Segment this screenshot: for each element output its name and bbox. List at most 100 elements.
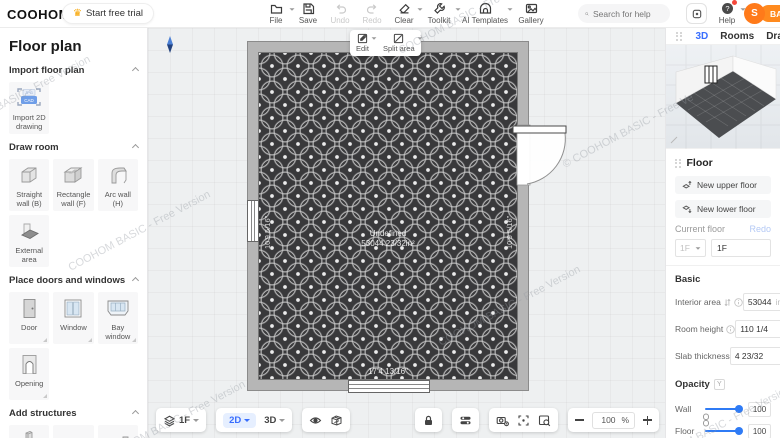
swap-icon[interactable] [724, 298, 731, 307]
link-opacity-icon[interactable] [702, 413, 710, 427]
info-icon[interactable] [726, 324, 735, 334]
preview-search-icon [539, 414, 551, 426]
floor-section-header: Floor [675, 157, 771, 169]
trial-label: Start free trial [85, 8, 143, 19]
section-add-structures[interactable]: Add structures [9, 408, 140, 419]
file-button[interactable]: File [263, 2, 295, 25]
floor-opacity-slider[interactable] [705, 426, 743, 435]
floor-plan-canvas[interactable]: Undefined 53044 23/32in² 17'4 13/16" 10'… [148, 28, 665, 438]
mode-3d-button[interactable]: 3D [264, 415, 286, 426]
dimension-bottom: 17'4 13/16" [368, 367, 408, 376]
3d-preview[interactable] [666, 45, 780, 149]
drag-handle-icon[interactable] [675, 158, 681, 168]
zoom-in-button[interactable] [643, 415, 652, 425]
window-left-wall[interactable] [247, 200, 259, 242]
undo-icon [336, 4, 346, 14]
canvas-bottom-toolbar: 1F 2D 3D 100 % [156, 408, 659, 432]
slider-handle[interactable] [735, 426, 743, 435]
mode-2d-button[interactable]: 2D [223, 412, 257, 428]
section-import-floor-plan[interactable]: Import floor plan [9, 65, 140, 76]
import-2d-icon: JPG CAD [14, 86, 44, 112]
info-icon[interactable] [734, 297, 743, 307]
chevron-down-icon [244, 418, 251, 422]
plus-icon [643, 415, 652, 425]
chevron-down-icon [193, 418, 200, 422]
interior-area-input[interactable]: 53044 in [742, 293, 780, 311]
toolbar-tools: File Save Undo Redo Clear Toolkit AI Tem… [263, 2, 547, 25]
user-avatar[interactable]: S [744, 3, 765, 24]
focus-center-button[interactable] [517, 414, 530, 427]
panel-tabs: 3D Rooms Drawing [666, 28, 780, 45]
search-input[interactable] [593, 8, 663, 19]
slider-handle[interactable] [735, 404, 743, 413]
tab-3d[interactable]: 3D [696, 31, 709, 42]
redo-button[interactable]: Redo [359, 2, 385, 25]
help-button[interactable]: ? Help [714, 0, 746, 25]
tool-bay-window[interactable]: Bay window [97, 292, 138, 344]
tool-arc-wall[interactable]: Arc wall (H) [97, 159, 138, 211]
interior-area-field: Interior area 53044 in [675, 293, 780, 311]
tool-straight-wall[interactable]: Straight wall (B) [9, 159, 50, 211]
slab-thickness-input[interactable]: 4 23/32 [729, 347, 780, 365]
undo-button[interactable]: Undo [327, 2, 353, 25]
visibility-button[interactable] [309, 414, 322, 427]
help-search[interactable] [578, 4, 670, 23]
tool-pillar[interactable] [9, 425, 50, 438]
chevron-down-icon [279, 418, 286, 422]
tool-external-area[interactable]: External area [9, 215, 50, 267]
section-draw-room[interactable]: Draw room [9, 142, 140, 153]
floor-selector[interactable]: 1F [163, 414, 200, 427]
room-height-input[interactable]: 110 1/4 [735, 320, 780, 338]
tool-window[interactable]: Window [53, 292, 94, 344]
svg-text:JPG: JPG [25, 90, 33, 95]
arc-wall-icon [103, 163, 133, 189]
redo-link[interactable]: Redo [749, 224, 771, 234]
section-place-doors-windows[interactable]: Place doors and windows [9, 275, 140, 286]
floor-select[interactable]: 1F [675, 239, 706, 257]
start-free-trial-button[interactable]: ♛ Start free trial [62, 3, 154, 24]
room-floor[interactable]: Undefined 53044 23/32in² 17'4 13/16" 10'… [258, 52, 518, 380]
new-upper-floor-button[interactable]: New upper floor [675, 176, 771, 194]
floor-opacity-input[interactable] [748, 423, 771, 438]
room-walls[interactable]: Undefined 53044 23/32in² 17'4 13/16" 10'… [247, 41, 529, 391]
tool-import-2d-drawing[interactable]: JPG CAD Import 2D drawing [9, 82, 50, 134]
drag-handle-icon[interactable] [676, 31, 682, 41]
current-floor-label: Current floor [675, 224, 726, 234]
floor-name-input[interactable] [711, 239, 771, 257]
tool-door[interactable]: Door [9, 292, 50, 344]
wall-opacity-slider[interactable] [705, 404, 743, 413]
zoom-level[interactable]: % [592, 411, 635, 429]
new-lower-floor-button[interactable]: New lower floor [675, 200, 771, 218]
zoom-out-button[interactable] [575, 419, 585, 421]
tool-stairs[interactable] [97, 425, 138, 438]
edit-icon [357, 33, 368, 44]
materials-button[interactable] [330, 414, 343, 427]
scene-settings-button[interactable] [459, 414, 472, 427]
tool-beam[interactable] [53, 425, 94, 438]
tab-rooms[interactable]: Rooms [720, 31, 754, 42]
clear-button[interactable]: Clear [391, 2, 423, 25]
divider [666, 265, 780, 266]
toolkit-button[interactable]: Toolkit [423, 2, 461, 25]
tool-opening[interactable]: Opening [9, 348, 50, 400]
camera-settings-button[interactable] [496, 414, 510, 427]
save-button[interactable]: Save [295, 2, 321, 25]
split-area-button[interactable]: Split area [383, 33, 423, 53]
tab-drawing[interactable]: Drawing [766, 31, 780, 42]
preview-button[interactable] [538, 414, 551, 427]
window-bottom-wall[interactable] [348, 380, 430, 393]
workspace-button[interactable] [686, 3, 707, 24]
wall-opacity-row: Wall [675, 398, 771, 420]
dimension-right: 10'9 5/16" [505, 215, 514, 249]
ai-templates-button[interactable]: AI Templates [461, 2, 513, 25]
chevron-down-icon [371, 37, 377, 40]
edit-button[interactable]: Edit [356, 33, 377, 53]
lock-icon [425, 415, 433, 425]
gallery-button[interactable]: Gallery [515, 2, 547, 25]
zoom-input[interactable] [598, 415, 619, 425]
wall-opacity-input[interactable] [748, 401, 771, 417]
folder-icon [270, 4, 282, 14]
door-right-wall[interactable] [508, 120, 570, 192]
lock-button[interactable] [422, 414, 435, 427]
tool-rectangle-wall[interactable]: Rectangle wall (F) [53, 159, 94, 211]
